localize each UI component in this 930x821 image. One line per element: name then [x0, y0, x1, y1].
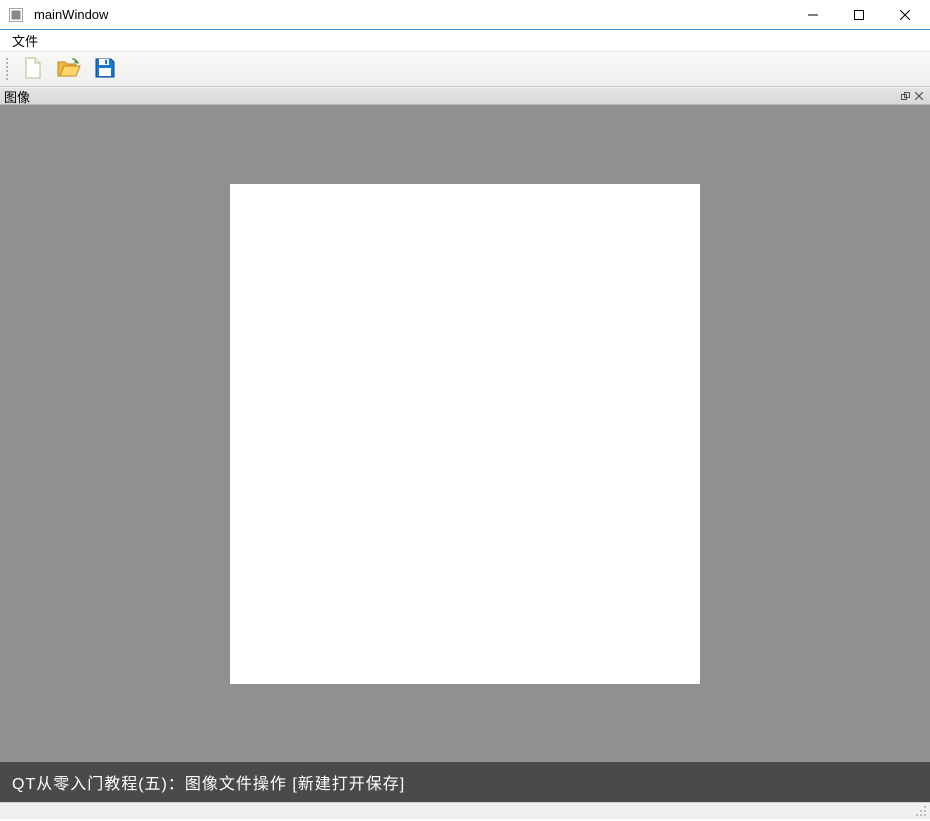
menu-file[interactable]: 文件	[4, 29, 46, 52]
dock-float-button[interactable]	[898, 89, 912, 103]
open-file-button[interactable]	[54, 54, 84, 84]
canvas-area	[0, 105, 930, 762]
size-grip[interactable]	[914, 804, 928, 818]
close-button[interactable]	[882, 1, 928, 29]
new-file-button[interactable]	[18, 54, 48, 84]
new-file-icon	[21, 56, 45, 83]
save-file-button[interactable]	[90, 54, 120, 84]
app-icon	[8, 7, 24, 23]
toolbar-handle[interactable]	[6, 58, 10, 80]
statusbar	[0, 802, 930, 819]
footer-caption: QT从零入门教程(五)：图像文件操作 [新建打开保存]	[0, 762, 930, 802]
menubar: 文件	[0, 30, 930, 52]
image-canvas[interactable]	[230, 184, 700, 684]
minimize-button[interactable]	[790, 1, 836, 29]
window-controls	[790, 1, 928, 29]
titlebar: mainWindow	[0, 0, 930, 30]
toolbar	[0, 52, 930, 87]
dock-title: 图像	[4, 87, 898, 106]
window-title: mainWindow	[34, 7, 790, 22]
dock-close-button[interactable]	[912, 89, 926, 103]
footer-text: QT从零入门教程(五)：图像文件操作 [新建打开保存]	[12, 770, 405, 794]
maximize-button[interactable]	[836, 1, 882, 29]
dock-header: 图像	[0, 87, 930, 105]
save-icon	[93, 56, 117, 83]
open-folder-icon	[56, 56, 82, 83]
